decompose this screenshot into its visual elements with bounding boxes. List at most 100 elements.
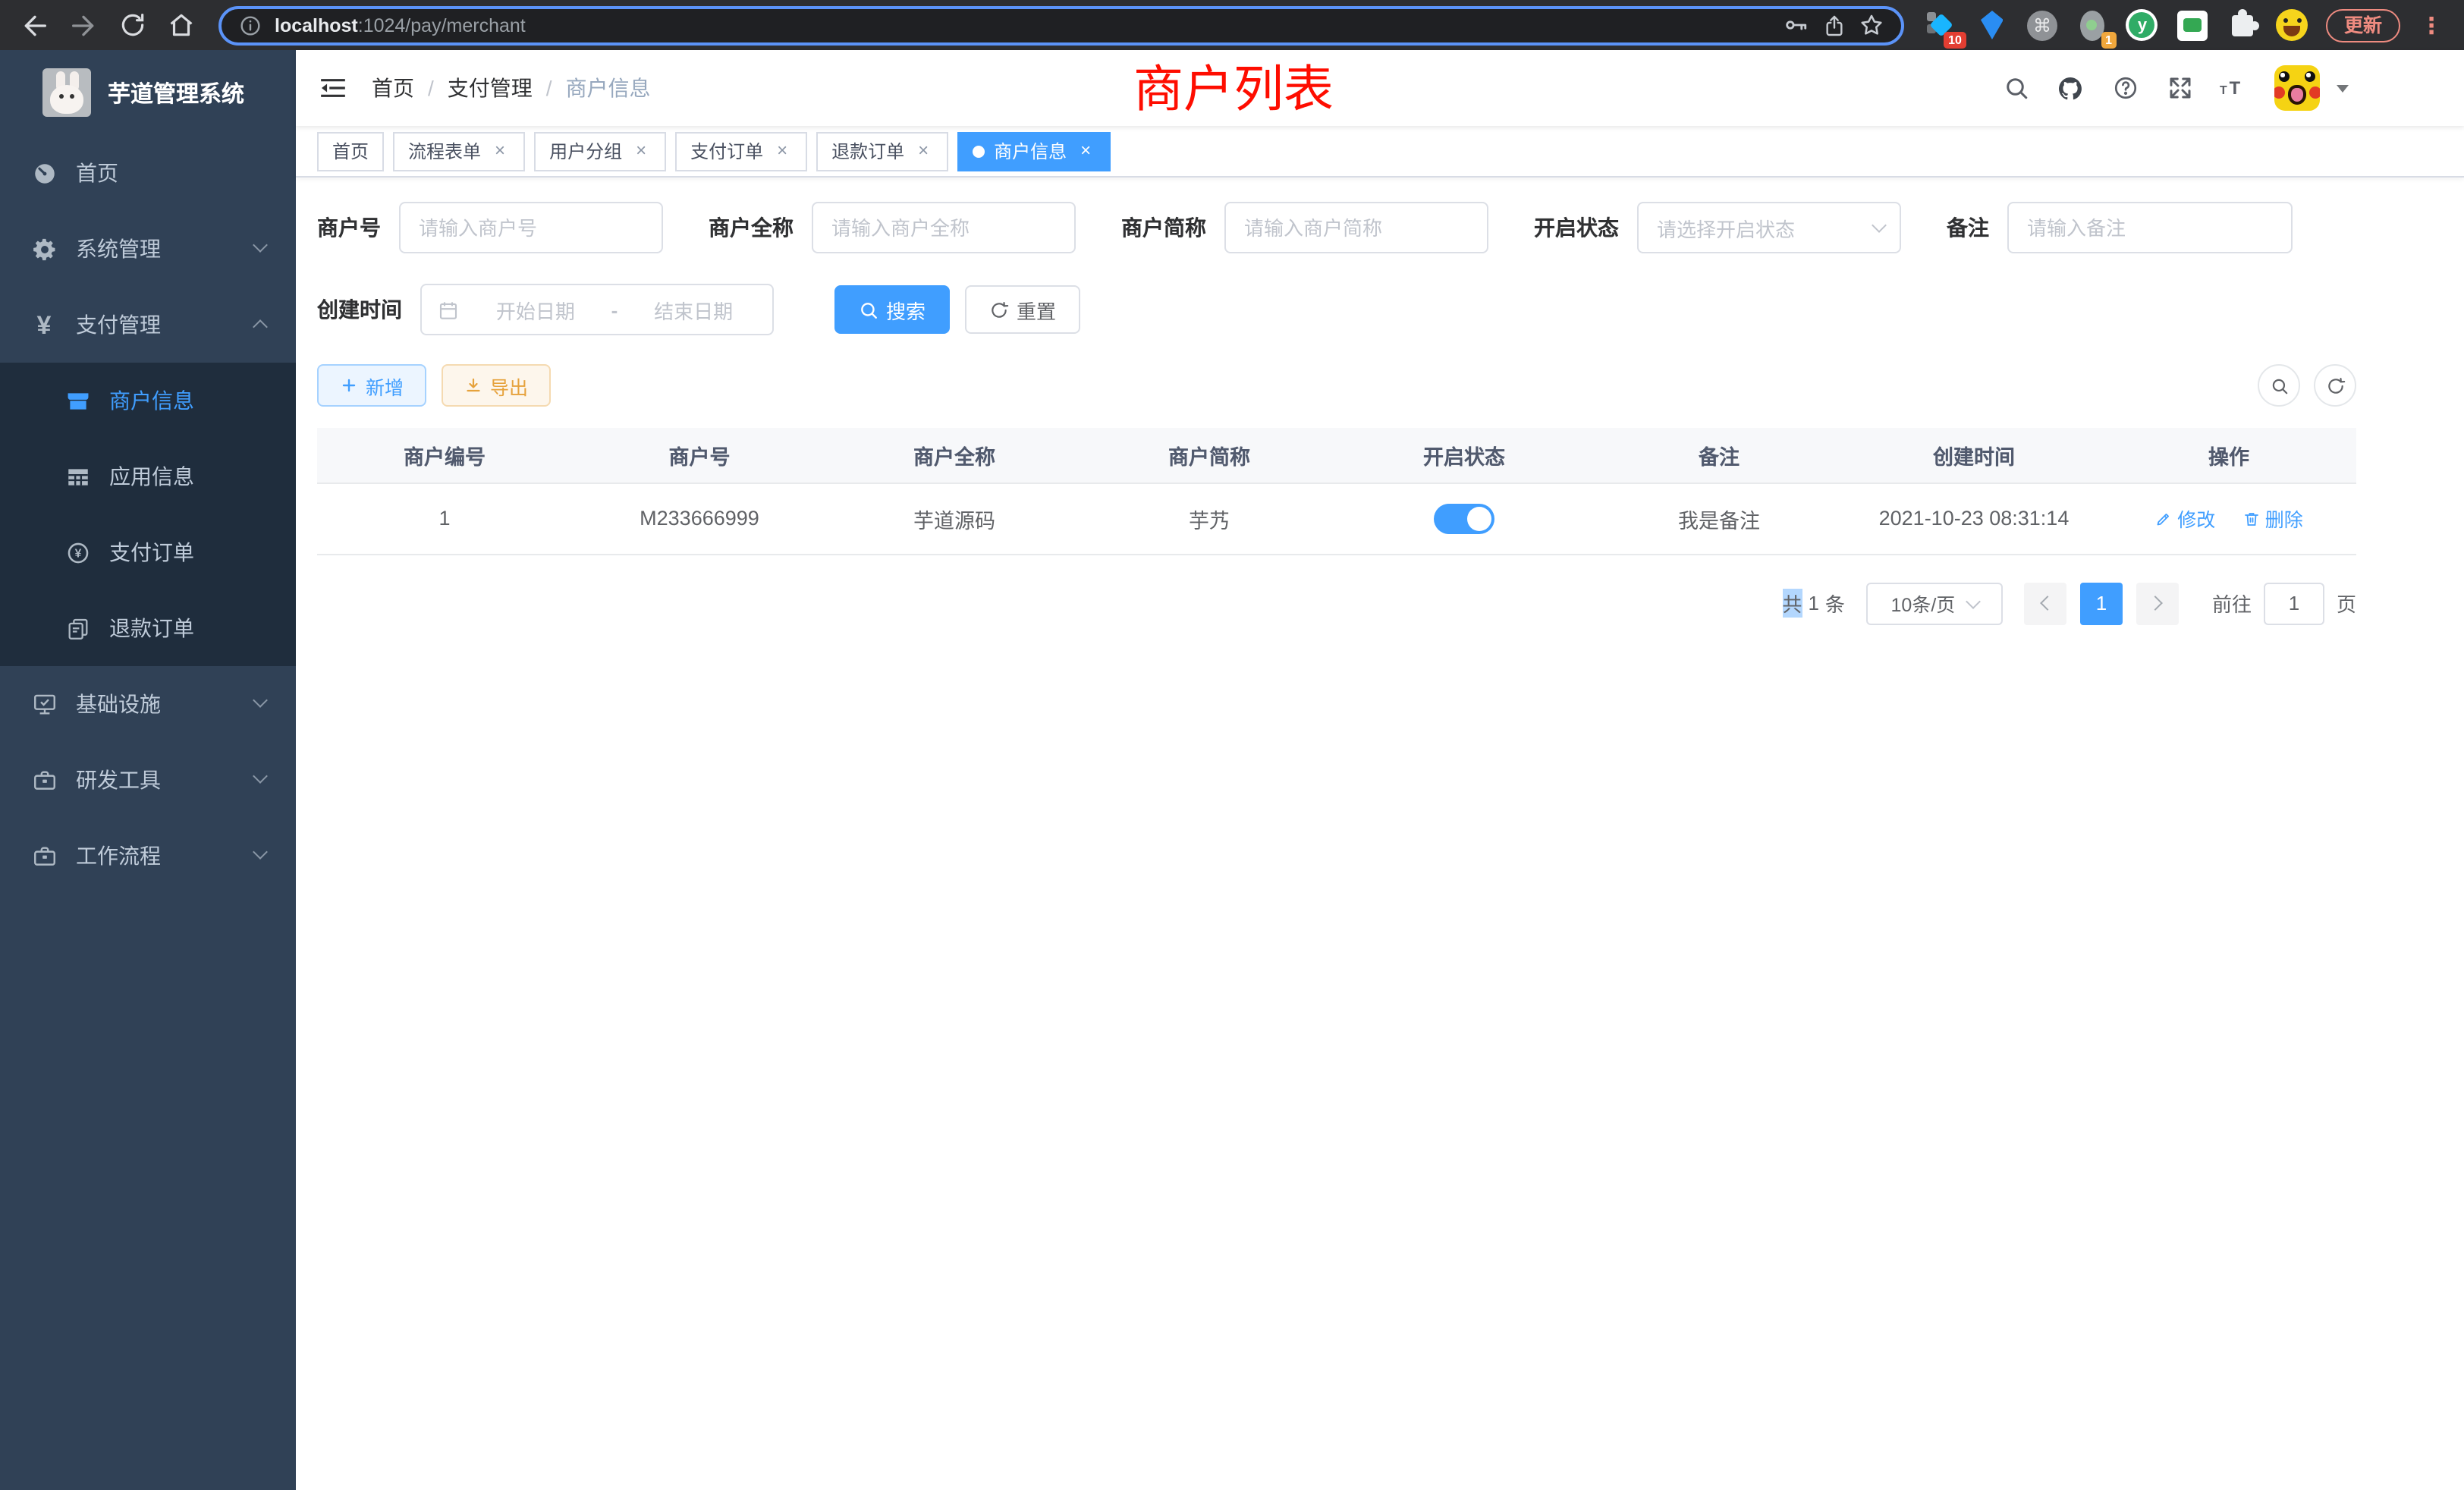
- search-icon[interactable]: [2001, 74, 2030, 102]
- start-date-placeholder: 开始日期: [472, 295, 599, 324]
- table-toolbar: 新增 导出: [317, 364, 2356, 407]
- chevron-down-icon: [253, 693, 268, 708]
- page-number-1[interactable]: 1: [2080, 582, 2123, 624]
- browser-update-button[interactable]: 更新: [2326, 8, 2400, 42]
- page-size-select[interactable]: 10条/页: [1866, 582, 2003, 624]
- store-icon: [64, 387, 91, 414]
- tab-refund-order[interactable]: 退款订单: [816, 131, 948, 171]
- status-select[interactable]: 请选择开启状态: [1637, 202, 1901, 253]
- pencil-icon: [2154, 509, 2173, 527]
- create-time-label: 创建时间: [317, 294, 402, 325]
- search-button[interactable]: 搜索: [834, 285, 950, 334]
- browser-forward-button[interactable]: [64, 5, 103, 45]
- close-icon[interactable]: [1076, 141, 1095, 161]
- main-area: 首页 / 支付管理 / 商户信息 商户列表: [296, 50, 2464, 1490]
- font-size-icon[interactable]: TT: [2220, 74, 2249, 102]
- extension-recorder-icon[interactable]: 1: [2076, 8, 2109, 42]
- sidebar-item-refund-order[interactable]: 退款订单: [0, 590, 296, 666]
- sidebar-item-infrastructure[interactable]: 基础设施: [0, 666, 296, 742]
- breadcrumb-home[interactable]: 首页: [372, 73, 414, 103]
- close-icon[interactable]: [772, 141, 792, 161]
- breadcrumb-current: 商户信息: [566, 73, 651, 103]
- tab-pay-order[interactable]: 支付订单: [675, 131, 807, 171]
- extension-gem-icon[interactable]: [1975, 8, 2009, 42]
- bookmark-star-icon[interactable]: [1859, 11, 1886, 39]
- sidebar-item-app-info[interactable]: 应用信息: [0, 439, 296, 514]
- avatar-caret-icon[interactable]: [2337, 84, 2349, 92]
- tab-user-group[interactable]: 用户分组: [534, 131, 666, 171]
- refresh-icon: [989, 300, 1009, 319]
- goto-page-input[interactable]: [2264, 582, 2324, 624]
- breadcrumb-payment[interactable]: 支付管理: [448, 73, 533, 103]
- toggle-search-button[interactable]: [2258, 364, 2300, 407]
- extensions-puzzle-icon[interactable]: [2226, 8, 2259, 42]
- svg-text:¥: ¥: [74, 547, 81, 560]
- sidebar-logo-row[interactable]: 芋道管理系统: [0, 50, 296, 135]
- breadcrumb-separator: /: [428, 76, 434, 100]
- full-name-input[interactable]: [812, 202, 1076, 253]
- github-icon[interactable]: [2056, 74, 2085, 102]
- tab-merchant-info[interactable]: 商户信息: [957, 131, 1111, 171]
- url-path: :1024/pay/merchant: [358, 14, 526, 36]
- cell-status: [1337, 483, 1592, 554]
- export-button[interactable]: 导出: [442, 364, 551, 407]
- sidebar-item-merchant-info[interactable]: 商户信息: [0, 363, 296, 439]
- reset-button[interactable]: 重置: [965, 285, 1080, 334]
- short-name-input[interactable]: [1224, 202, 1488, 253]
- sidebar-collapse-icon[interactable]: [319, 74, 347, 102]
- sidebar-item-pay-order[interactable]: ¥ 支付订单: [0, 514, 296, 590]
- total-count: 1: [1808, 592, 1818, 615]
- site-info-icon[interactable]: [237, 11, 264, 39]
- merchant-no-input[interactable]: [399, 202, 663, 253]
- date-separator: -: [611, 298, 618, 321]
- next-page-button[interactable]: [2136, 582, 2179, 624]
- extension-yudao-icon[interactable]: y: [2126, 8, 2159, 42]
- delete-link[interactable]: 删除: [2242, 504, 2303, 533]
- sidebar-item-label: 商户信息: [109, 385, 194, 416]
- extension-chat-icon[interactable]: [2176, 8, 2209, 42]
- cell-remark: 我是备注: [1592, 483, 1846, 554]
- col-full-name: 商户全称: [827, 428, 1082, 483]
- extension-diamond-icon[interactable]: 10: [1925, 8, 1959, 42]
- sidebar-item-label: 系统管理: [76, 234, 161, 264]
- page-unit-label: 页: [2337, 589, 2356, 618]
- browser-menu-icon[interactable]: ⋮: [2417, 11, 2446, 39]
- refresh-icon: [2325, 376, 2345, 395]
- close-icon[interactable]: [490, 141, 510, 161]
- close-icon[interactable]: [913, 141, 933, 161]
- page: localhost:1024/pay/merchant 10 ⌘ 1: [0, 0, 2464, 1490]
- short-name-label: 商户简称: [1121, 212, 1206, 243]
- extension-command-icon[interactable]: ⌘: [2026, 8, 2059, 42]
- chevron-down-icon: [253, 237, 268, 253]
- remark-input[interactable]: [2007, 202, 2293, 253]
- chevron-down-icon: [253, 769, 268, 784]
- browser-back-button[interactable]: [15, 5, 55, 45]
- user-avatar[interactable]: [2274, 65, 2320, 111]
- briefcase-icon: [30, 766, 58, 794]
- search-icon: [2269, 376, 2289, 395]
- refresh-table-button[interactable]: [2314, 364, 2356, 407]
- browser-home-button[interactable]: [161, 5, 200, 45]
- date-range-picker[interactable]: 开始日期 - 结束日期: [420, 284, 774, 335]
- share-icon[interactable]: [1821, 11, 1848, 39]
- sidebar-item-payment[interactable]: ¥ 支付管理: [0, 287, 296, 363]
- status-toggle-on[interactable]: [1434, 503, 1494, 533]
- edit-link[interactable]: 修改: [2154, 504, 2215, 533]
- browser-reload-button[interactable]: [112, 5, 152, 45]
- tab-process-form[interactable]: 流程表单: [393, 131, 525, 171]
- sidebar-item-workflow[interactable]: 工作流程: [0, 818, 296, 894]
- password-key-icon[interactable]: [1783, 11, 1810, 39]
- col-create-time: 创建时间: [1846, 428, 2101, 483]
- pagination: 共 1 条 10条/页 1 前往 页: [317, 582, 2356, 624]
- help-icon[interactable]: [2110, 74, 2139, 102]
- sidebar-item-dev-tools[interactable]: 研发工具: [0, 742, 296, 818]
- tab-home[interactable]: 首页: [317, 131, 384, 171]
- sidebar-item-system[interactable]: 系统管理: [0, 211, 296, 287]
- sidebar-item-home[interactable]: 首页: [0, 135, 296, 211]
- address-bar[interactable]: localhost:1024/pay/merchant: [218, 5, 1904, 45]
- add-button[interactable]: 新增: [317, 364, 426, 407]
- close-icon[interactable]: [631, 141, 651, 161]
- browser-profile-avatar[interactable]: [2276, 8, 2309, 42]
- prev-page-button[interactable]: [2024, 582, 2066, 624]
- fullscreen-icon[interactable]: [2165, 74, 2194, 102]
